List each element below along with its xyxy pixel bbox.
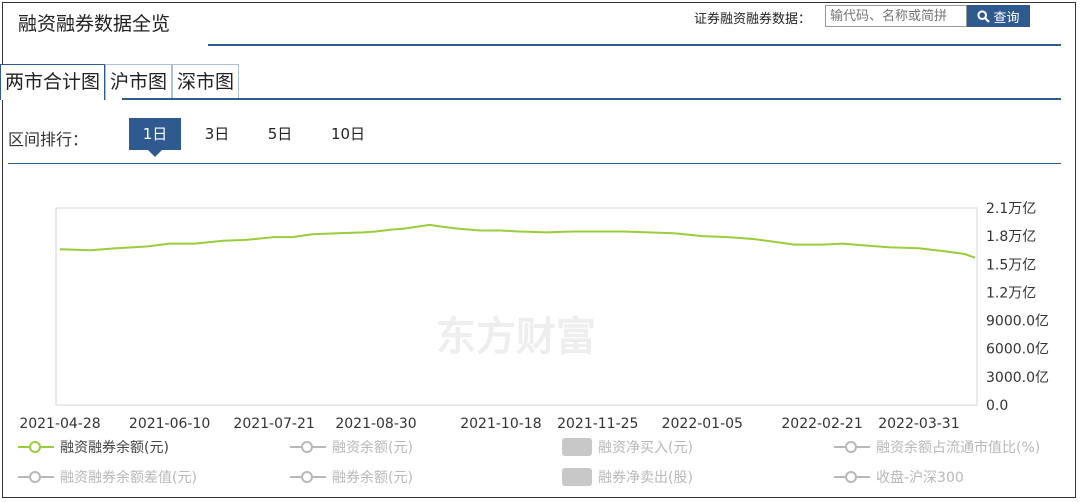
legend-label: 收盘-沪深300 — [876, 470, 964, 486]
legend-bar-marker-icon — [562, 438, 592, 456]
legend-line-marker-icon — [18, 470, 54, 484]
x-tick-label: 2022-01-05 — [662, 416, 743, 432]
y-tick-label: 6000.0亿 — [986, 342, 1049, 358]
legend-line-marker-icon — [290, 470, 326, 484]
legend-line-marker-icon — [18, 440, 54, 454]
legend-label: 融资余额(元) — [332, 440, 413, 456]
legend-item[interactable]: 融资余额占流通市值比(%) — [834, 437, 1040, 457]
legend-label: 融资融券余额(元) — [60, 440, 169, 456]
legend-label: 融资余额占流通市值比(%) — [876, 440, 1041, 456]
legend-line-marker-icon — [834, 470, 870, 484]
legend-item[interactable]: 融券净卖出(股) — [562, 467, 693, 487]
y-tick-label: 1.5万亿 — [986, 257, 1036, 273]
plot-area — [55, 207, 978, 406]
legend-line-marker-icon — [834, 440, 870, 454]
legend-line-marker-icon — [290, 440, 326, 454]
x-tick-label: 2021-04-28 — [19, 416, 100, 432]
y-tick-label: 0.0 — [986, 398, 1008, 414]
y-tick-label: 1.8万亿 — [986, 229, 1036, 245]
x-tick-label: 2021-06-10 — [129, 416, 210, 432]
x-tick-label: 2022-02-21 — [781, 416, 862, 432]
x-tick-label: 2021-11-25 — [557, 416, 638, 432]
legend-bar-marker-icon — [562, 468, 592, 486]
watermark-text: 东方财富 — [436, 314, 596, 360]
legend-label: 融券净卖出(股) — [598, 470, 693, 486]
y-tick-label: 3000.0亿 — [986, 370, 1049, 386]
legend-label: 融资融券余额差值(元) — [60, 470, 197, 486]
x-tick-label: 2022-03-31 — [878, 416, 959, 432]
legend-item[interactable]: 融资余额(元) — [290, 437, 413, 457]
legend-item[interactable]: 融资净买入(元) — [562, 437, 693, 457]
legend-item[interactable]: 融券余额(元) — [290, 467, 413, 487]
legend-item[interactable]: 收盘-沪深300 — [834, 467, 964, 487]
legend-item[interactable]: 融资融券余额(元) — [18, 437, 169, 457]
y-tick-label: 1.2万亿 — [986, 285, 1036, 301]
legend-item[interactable]: 融资融券余额差值(元) — [18, 467, 197, 487]
y-tick-label: 2.1万亿 — [986, 201, 1036, 217]
legend-label: 融券余额(元) — [332, 470, 413, 486]
x-tick-label: 2021-10-18 — [460, 416, 541, 432]
legend-label: 融资净买入(元) — [598, 440, 693, 456]
margin-balance-chart: 东方财富 2.1万亿 1.8万亿 1.5万亿 1.2万亿 9000.0亿 6000.0亿 3… — [19, 201, 1049, 432]
y-tick-label: 9000.0亿 — [986, 314, 1049, 330]
x-tick-label: 2021-08-30 — [335, 416, 416, 432]
x-tick-label: 2021-07-21 — [233, 416, 314, 432]
